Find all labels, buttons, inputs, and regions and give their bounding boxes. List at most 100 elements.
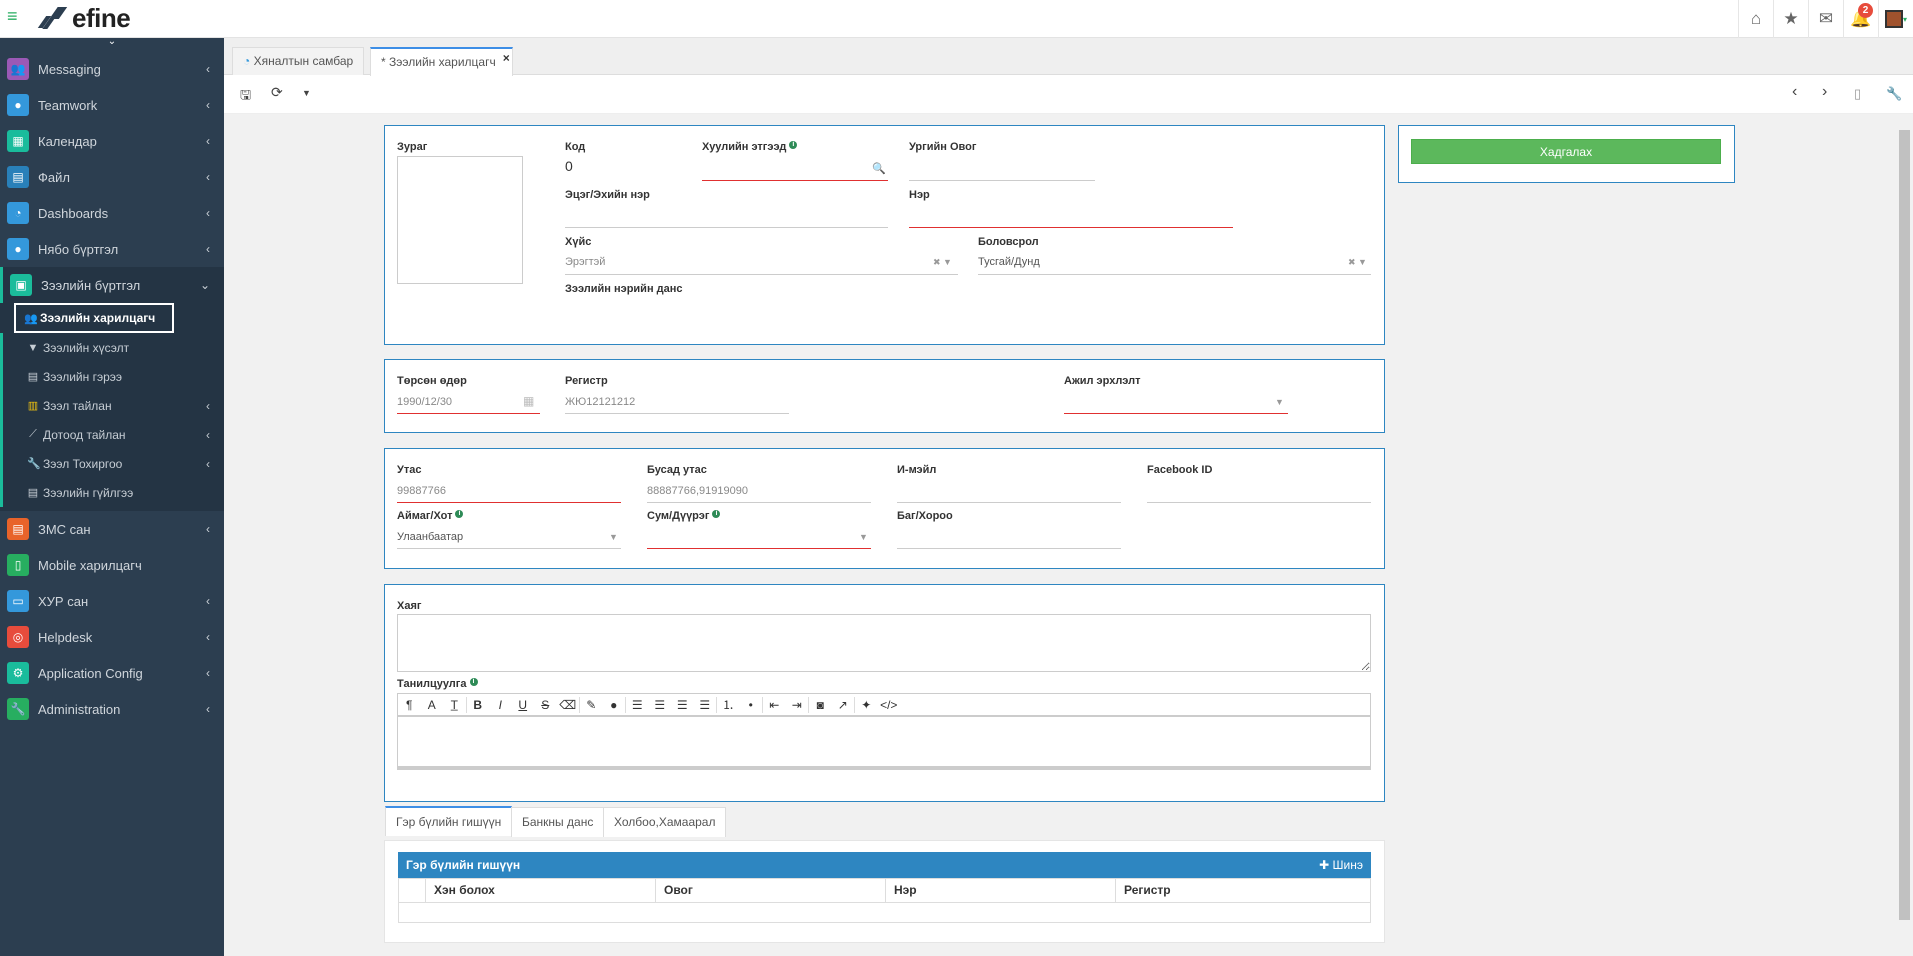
- education-select[interactable]: Тусгай/Дунд: [978, 256, 1040, 268]
- home-icon[interactable]: ⌂: [1738, 0, 1773, 38]
- sidebar-subitem-loan-customer[interactable]: 👥 Зээлийн харилцагч: [14, 303, 174, 333]
- tab-bank-account[interactable]: Банкны данс: [511, 807, 605, 837]
- magic-icon[interactable]: ✦: [855, 698, 878, 712]
- sidebar-subitem-internal-report[interactable]: ⟋ Дотоод тайлан ‹: [0, 420, 224, 449]
- paragraph-icon[interactable]: ¶: [398, 698, 421, 712]
- sidebar-item-calendar[interactable]: ▦ Календар ‹: [0, 123, 224, 159]
- sidebar-subitem-loan-report[interactable]: ▥ Зээл тайлан ‹: [0, 391, 224, 420]
- tab-loan-customer[interactable]: * Зээлийн харилцагч ×: [370, 47, 513, 76]
- sidebar-item-administration[interactable]: 🔧 Administration ‹: [0, 691, 224, 727]
- job-select[interactable]: [1064, 413, 1288, 414]
- scrollbar[interactable]: [1896, 114, 1913, 956]
- address-textarea[interactable]: [397, 614, 1371, 672]
- align-center-icon[interactable]: ☰: [649, 698, 672, 712]
- legal-entity-input[interactable]: [702, 180, 888, 181]
- user-menu[interactable]: ▾: [1878, 0, 1913, 38]
- lifebuoy-icon: ◎: [7, 626, 29, 648]
- sidebar-item-file[interactable]: ▤ Файл ‹: [0, 159, 224, 195]
- caret-down-icon[interactable]: ▼: [859, 532, 868, 542]
- tab-dashboard[interactable]: ◔ Хяналтын самбар: [232, 47, 365, 75]
- sidebar-subitem-loan-request[interactable]: ▼ Зээлийн хүсэлт: [0, 333, 224, 362]
- code-icon[interactable]: </>: [878, 698, 901, 712]
- sidebar-subitem-loan-transaction[interactable]: ▤ Зээлийн гүйлгээ: [0, 478, 224, 507]
- tab-relations[interactable]: Холбоо,Хамаарал: [603, 807, 727, 837]
- aimag-select[interactable]: Улаанбаатар: [397, 531, 463, 543]
- align-right-icon[interactable]: ☰: [671, 698, 694, 712]
- color-icon[interactable]: ●: [603, 698, 626, 712]
- facebook-input[interactable]: [1147, 502, 1371, 503]
- sidebar-subitem-loan-settings[interactable]: 🔧 Зээл Тохиргоо ‹: [0, 449, 224, 478]
- other-phone-input[interactable]: 88887766,91919090: [647, 485, 748, 497]
- sum-select[interactable]: [647, 548, 871, 549]
- sidebar-item-dashboards[interactable]: ◔ Dashboards ‹: [0, 195, 224, 231]
- camera-icon[interactable]: ◙: [809, 698, 832, 712]
- tab-label: * Зээлийн харилцагч: [381, 55, 496, 69]
- sidebar-collapse-icon[interactable]: ⌄: [0, 37, 224, 51]
- ordered-list-icon[interactable]: ⒈: [717, 696, 740, 713]
- bag-input[interactable]: [897, 548, 1121, 549]
- father-name-input[interactable]: [565, 227, 888, 228]
- unordered-list-icon[interactable]: •: [740, 698, 763, 712]
- sidebar-item-loan-registration[interactable]: ▣ Зээлийн бүртгэл ⌄: [0, 267, 224, 303]
- save-button[interactable]: Хадгалах: [1411, 139, 1721, 164]
- eraser-icon[interactable]: ⌫: [557, 698, 580, 712]
- code-value: 0: [565, 158, 573, 174]
- italic-icon[interactable]: I: [489, 698, 512, 712]
- tab-family-members[interactable]: Гэр бүлийн гишүүн: [385, 806, 513, 836]
- sidebar-item-app-config[interactable]: ⚙ Application Config ‹: [0, 655, 224, 691]
- clear-and-caret-icon[interactable]: ✖ ▼: [1348, 257, 1367, 268]
- sidebar-item-teamwork[interactable]: ● Teamwork ‹: [0, 87, 224, 123]
- close-icon[interactable]: ×: [503, 45, 510, 72]
- caret-down-icon[interactable]: ▼: [609, 532, 618, 542]
- sidebar-item-khur[interactable]: ▭ ХУР сан ‹: [0, 583, 224, 619]
- sidebar-subitem-loan-contract[interactable]: ▤ Зээлийн гэрээ: [0, 362, 224, 391]
- menu-toggle-icon[interactable]: ≡: [7, 7, 21, 25]
- search-icon[interactable]: 🔍: [872, 162, 886, 175]
- calendar-icon[interactable]: ▦: [523, 394, 534, 408]
- sidebar-subitem-label: Зээл Тохиргоо: [43, 456, 123, 471]
- star-icon[interactable]: ★: [1773, 0, 1808, 38]
- sidebar-item-zms[interactable]: ▤ ЗМС сан ‹: [0, 511, 224, 547]
- birth-input[interactable]: 1990/12/30: [397, 396, 452, 408]
- intro-editor[interactable]: [397, 716, 1371, 770]
- photo-upload[interactable]: [397, 156, 523, 284]
- link-icon[interactable]: ↗: [832, 698, 855, 712]
- strikethrough-icon[interactable]: S: [534, 698, 557, 712]
- caret-down-icon[interactable]: ▼: [302, 88, 311, 98]
- caret-down-icon[interactable]: ▼: [1275, 397, 1284, 407]
- phone-input[interactable]: 99887766: [397, 485, 446, 497]
- email-input[interactable]: [897, 502, 1121, 503]
- gender-select[interactable]: Эрэгтэй: [565, 256, 605, 268]
- save-icon[interactable]: 🖫: [240, 86, 251, 108]
- mail-icon[interactable]: ✉: [1808, 0, 1843, 38]
- logo[interactable]: efine: [37, 3, 131, 33]
- refresh-icon[interactable]: ⟳: [271, 84, 283, 101]
- next-icon[interactable]: ›: [1822, 83, 1827, 101]
- font-icon[interactable]: A: [421, 698, 444, 712]
- register-label: Регистр: [565, 375, 608, 387]
- clear-and-caret-icon[interactable]: ✖ ▼: [933, 257, 952, 268]
- sidebar-item-messaging[interactable]: 👥 Messaging ‹: [0, 51, 224, 87]
- bold-icon[interactable]: B: [467, 698, 490, 712]
- brush-icon[interactable]: ✎: [580, 698, 603, 712]
- panel-actions: Хадгалах: [1398, 125, 1735, 183]
- outdent-icon[interactable]: ⇤: [763, 698, 786, 712]
- sidebar-item-nyabo[interactable]: ● Нябо бүртгэл ‹: [0, 231, 224, 267]
- prev-icon[interactable]: ‹: [1792, 83, 1797, 101]
- bell-icon[interactable]: 🔔 2: [1843, 0, 1878, 38]
- new-family-member-button[interactable]: ✚ Шинэ: [1319, 852, 1363, 878]
- wrench-icon[interactable]: 🔧: [1886, 86, 1902, 102]
- sidebar-item-mobile[interactable]: ▯ Mobile харилцагч: [0, 547, 224, 583]
- underline-icon[interactable]: U: [512, 698, 535, 712]
- indent-icon[interactable]: ⇥: [786, 698, 809, 712]
- document-icon[interactable]: ▯: [1854, 86, 1861, 102]
- register-input[interactable]: ЖЮ12121212: [565, 396, 635, 408]
- family-table-header: Гэр бүлийн гишүүн ✚ Шинэ: [398, 852, 1371, 878]
- scrollbar-thumb[interactable]: [1899, 130, 1910, 920]
- justify-icon[interactable]: ☰: [694, 698, 717, 712]
- name-input[interactable]: [909, 227, 1233, 228]
- family-name-input[interactable]: [909, 180, 1095, 181]
- clear-format-icon[interactable]: T̲: [443, 698, 466, 712]
- sidebar-item-helpdesk[interactable]: ◎ Helpdesk ‹: [0, 619, 224, 655]
- align-left-icon[interactable]: ☰: [626, 698, 649, 712]
